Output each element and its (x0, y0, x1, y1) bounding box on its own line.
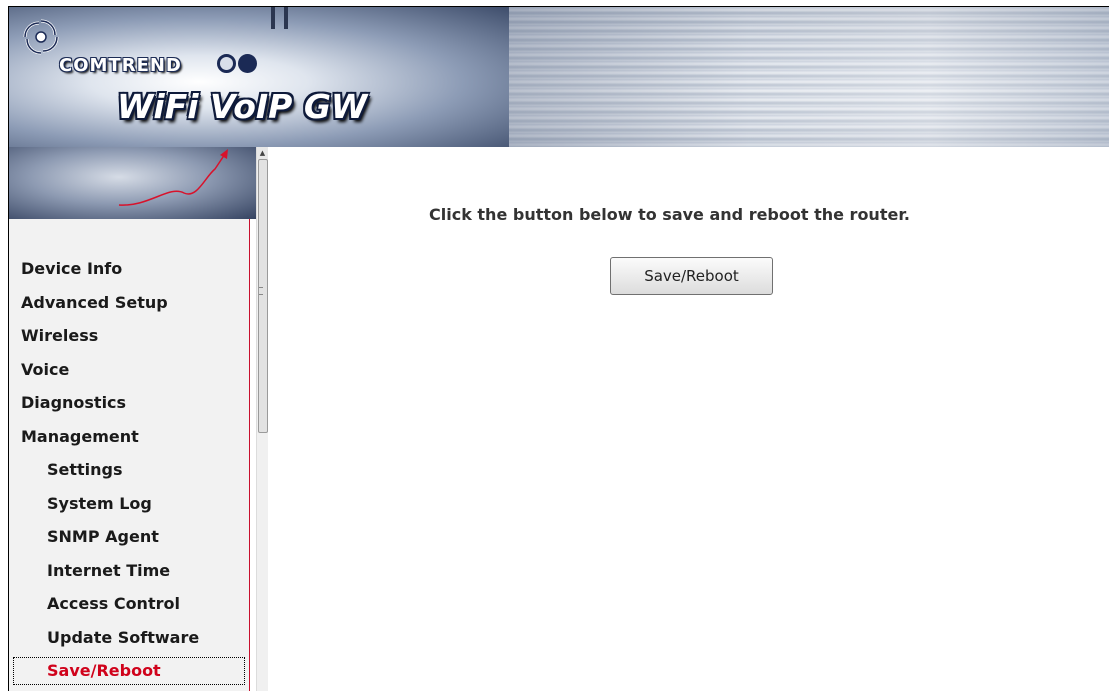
sidebar-item-settings[interactable]: Settings (9, 456, 249, 490)
sidebar-menu: Device Info Advanced Setup Wireless Voice Di… (9, 255, 249, 685)
save-reboot-button[interactable]: Save/Reboot (610, 257, 773, 295)
sidebar-item-internet-time[interactable]: Internet Time (9, 557, 249, 591)
sidebar-item-wireless[interactable]: Wireless (9, 322, 249, 356)
sidebar-item-save-reboot[interactable]: Save/Reboot (13, 657, 245, 685)
banner-pole-decor (284, 7, 288, 29)
brand-dots-decor (217, 54, 259, 77)
sidebar-item-advanced-setup[interactable]: Advanced Setup (9, 289, 249, 323)
sidebar-item-access-control[interactable]: Access Control (9, 590, 249, 624)
brand-name: COMTREND (59, 55, 182, 76)
sidebar-item-snmp-agent[interactable]: SNMP Agent (9, 523, 249, 557)
scroll-up-arrow-icon[interactable]: ▲ (257, 147, 268, 159)
sidebar-scrollbar[interactable]: ▲ (256, 147, 268, 691)
scrollbar-grip-icon (259, 287, 263, 295)
app-frame: COMTREND WiFi VoIP GW ▲ Device Info Advan… (8, 6, 1109, 691)
trend-arrow-icon (118, 149, 228, 206)
banner-art-left (9, 7, 509, 147)
banner-pole-decor (271, 7, 275, 29)
sidebar-item-management[interactable]: Management (9, 423, 249, 457)
comtrend-logo-icon (23, 19, 59, 55)
header-banner: COMTREND WiFi VoIP GW (9, 7, 1109, 147)
sidebar-item-system-log[interactable]: System Log (9, 490, 249, 524)
product-name: WiFi VoIP GW (117, 87, 368, 126)
banner-art-right (509, 7, 1109, 147)
scrollbar-thumb[interactable] (258, 159, 268, 433)
sidebar-item-diagnostics[interactable]: Diagnostics (9, 389, 249, 423)
hollow-dot-icon (217, 54, 236, 73)
sidebar-item-device-info[interactable]: Device Info (9, 255, 249, 289)
sidebar-item-voice[interactable]: Voice (9, 356, 249, 390)
sidebar-graph-art (9, 147, 259, 219)
solid-dot-icon (238, 54, 257, 73)
sidebar-item-update-software[interactable]: Update Software (9, 624, 249, 658)
reboot-instruction: Click the button below to save and reboo… (429, 205, 911, 224)
